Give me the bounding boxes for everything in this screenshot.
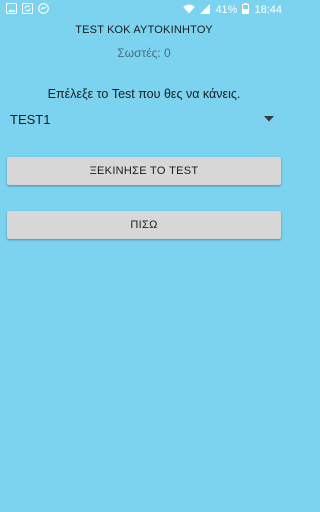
status-bar: 41% 18:44 bbox=[0, 0, 288, 20]
wifi-icon bbox=[183, 4, 196, 17]
sync-icon bbox=[22, 3, 33, 17]
app-title: TEST ΚΟΚ ΑΥΤΟΚΙΝΗΤΟΥ bbox=[75, 24, 213, 36]
battery-percent: 41% bbox=[215, 4, 238, 16]
messenger-icon bbox=[38, 3, 49, 17]
status-right: 41% 18:44 bbox=[183, 3, 282, 17]
score-label: Σωστές: 0 bbox=[117, 46, 171, 60]
status-left bbox=[6, 3, 49, 17]
signal-icon bbox=[200, 3, 211, 17]
image-icon bbox=[6, 3, 17, 17]
battery-icon bbox=[242, 3, 250, 17]
test-select-value: TEST1 bbox=[10, 111, 51, 127]
select-test-prompt: Επέλεξε το Test που θες να κάνεις. bbox=[47, 87, 241, 101]
start-test-button[interactable]: ΞΕΚΙΝΗΣΕ ΤΟ TEST bbox=[7, 157, 281, 185]
dropdown-arrow-icon bbox=[264, 116, 274, 122]
back-button[interactable]: ΠΙΣΩ bbox=[7, 211, 281, 239]
status-time: 18:44 bbox=[254, 4, 282, 16]
test-select-dropdown[interactable]: TEST1 bbox=[6, 107, 280, 131]
